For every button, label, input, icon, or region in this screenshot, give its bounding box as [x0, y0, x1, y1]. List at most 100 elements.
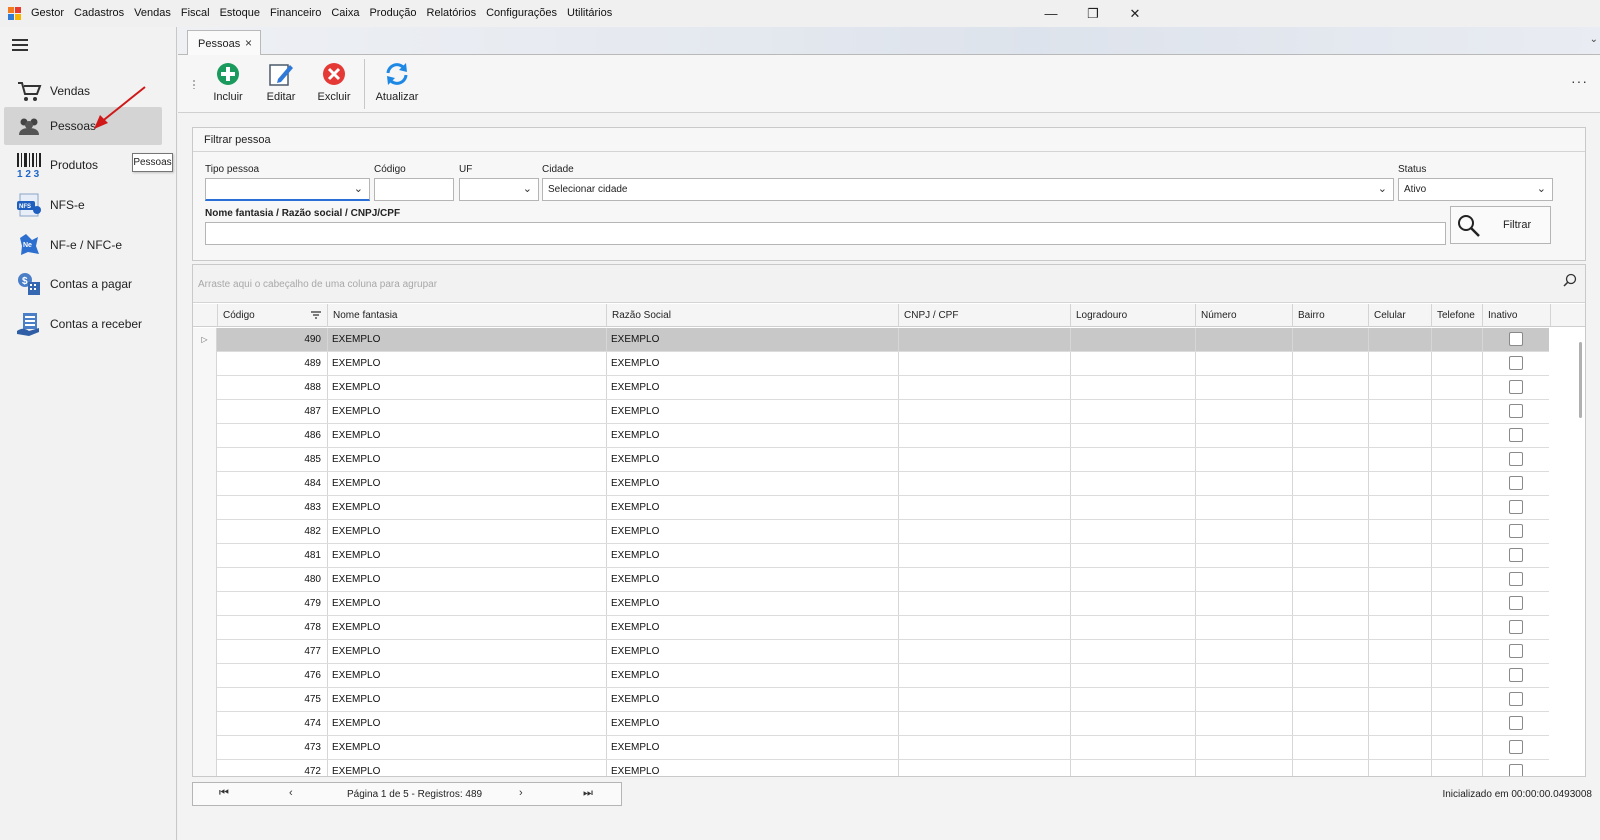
inativo-checkbox[interactable]: [1509, 428, 1523, 442]
status-select[interactable]: Ativo ⌄: [1398, 178, 1553, 201]
inativo-checkbox[interactable]: [1509, 404, 1523, 418]
prev-page-button[interactable]: ‹: [289, 787, 293, 799]
menu-estoque[interactable]: Estoque: [215, 0, 265, 27]
uf-select[interactable]: ⌄: [459, 178, 539, 201]
table-row[interactable]: 473 EXEMPLO EXEMPLO: [193, 736, 1551, 760]
table-row[interactable]: 482 EXEMPLO EXEMPLO: [193, 520, 1551, 544]
inativo-checkbox[interactable]: [1509, 500, 1523, 514]
cidade-select[interactable]: Selecionar cidade ⌄: [542, 178, 1394, 201]
filtrar-button[interactable]: Filtrar: [1450, 206, 1551, 244]
column-header-nome-fantasia[interactable]: Nome fantasia: [328, 304, 607, 327]
inativo-checkbox[interactable]: [1509, 548, 1523, 562]
row-indicator[interactable]: [193, 640, 217, 664]
row-indicator[interactable]: [193, 424, 217, 448]
table-row[interactable]: 474 EXEMPLO EXEMPLO: [193, 712, 1551, 736]
table-row[interactable]: 480 EXEMPLO EXEMPLO: [193, 568, 1551, 592]
menu-gestor[interactable]: Gestor: [26, 0, 69, 27]
table-row[interactable]: 481 EXEMPLO EXEMPLO: [193, 544, 1551, 568]
inativo-checkbox[interactable]: [1509, 620, 1523, 634]
table-row[interactable]: 483 EXEMPLO EXEMPLO: [193, 496, 1551, 520]
inativo-checkbox[interactable]: [1509, 740, 1523, 754]
table-row[interactable]: 476 EXEMPLO EXEMPLO: [193, 664, 1551, 688]
row-indicator[interactable]: [193, 664, 217, 688]
last-page-button[interactable]: ⏭: [583, 787, 593, 800]
sidebar-item-nfse[interactable]: NFS NFS-e: [4, 186, 162, 224]
column-header-cnpj-cpf[interactable]: CNPJ / CPF: [899, 304, 1071, 327]
incluir-button[interactable]: Incluir: [203, 61, 253, 109]
inativo-checkbox[interactable]: [1509, 764, 1523, 776]
row-indicator[interactable]: [193, 544, 217, 568]
row-indicator[interactable]: [193, 568, 217, 592]
table-row[interactable]: 479 EXEMPLO EXEMPLO: [193, 592, 1551, 616]
column-header-bairro[interactable]: Bairro: [1293, 304, 1369, 327]
sidebar-item-contas-receber[interactable]: Contas a receber: [4, 305, 162, 343]
table-row[interactable]: 484 EXEMPLO EXEMPLO: [193, 472, 1551, 496]
table-row[interactable]: 488 EXEMPLO EXEMPLO: [193, 376, 1551, 400]
menu-financeiro[interactable]: Financeiro: [265, 0, 326, 27]
column-header-logradouro[interactable]: Logradouro: [1071, 304, 1196, 327]
column-header-codigo[interactable]: Código: [218, 304, 328, 327]
minimize-button[interactable]: —: [1030, 0, 1072, 27]
row-indicator[interactable]: ▷: [193, 328, 217, 352]
row-indicator[interactable]: [193, 400, 217, 424]
editar-button[interactable]: Editar: [256, 61, 306, 109]
menu-configuracoes[interactable]: Configurações: [481, 0, 562, 27]
vertical-scrollbar[interactable]: [1549, 328, 1585, 776]
inativo-checkbox[interactable]: [1509, 572, 1523, 586]
row-indicator[interactable]: [193, 592, 217, 616]
row-indicator[interactable]: [193, 496, 217, 520]
first-page-button[interactable]: ⏮: [219, 787, 229, 800]
column-header-celular[interactable]: Celular: [1369, 304, 1432, 327]
hamburger-menu-icon[interactable]: [12, 39, 28, 51]
row-indicator[interactable]: [193, 520, 217, 544]
next-page-button[interactable]: ›: [519, 787, 523, 799]
table-row[interactable]: 489 EXEMPLO EXEMPLO: [193, 352, 1551, 376]
inativo-checkbox[interactable]: [1509, 332, 1523, 346]
table-row[interactable]: 485 EXEMPLO EXEMPLO: [193, 448, 1551, 472]
column-header-inativo[interactable]: Inativo: [1483, 304, 1551, 327]
table-row[interactable]: 486 EXEMPLO EXEMPLO: [193, 424, 1551, 448]
column-header-telefone[interactable]: Telefone: [1432, 304, 1483, 327]
search-icon[interactable]: [1563, 273, 1577, 287]
row-indicator[interactable]: [193, 736, 217, 760]
scrollbar-thumb[interactable]: [1579, 342, 1582, 418]
table-row[interactable]: 472 EXEMPLO EXEMPLO: [193, 760, 1551, 776]
table-row[interactable]: 478 EXEMPLO EXEMPLO: [193, 616, 1551, 640]
codigo-input[interactable]: [374, 178, 454, 201]
table-row[interactable]: 475 EXEMPLO EXEMPLO: [193, 688, 1551, 712]
row-indicator[interactable]: [193, 472, 217, 496]
row-indicator[interactable]: [193, 688, 217, 712]
inativo-checkbox[interactable]: [1509, 692, 1523, 706]
row-indicator[interactable]: [193, 376, 217, 400]
filter-icon[interactable]: [311, 311, 321, 320]
row-indicator[interactable]: [193, 448, 217, 472]
sidebar-item-nfe[interactable]: Ne NF-e / NFC-e: [4, 226, 162, 264]
excluir-button[interactable]: Excluir: [309, 61, 359, 109]
row-indicator[interactable]: [193, 712, 217, 736]
column-header-razao-social[interactable]: Razão Social: [607, 304, 899, 327]
menu-producao[interactable]: Produção: [364, 0, 421, 27]
nome-cnpj-input[interactable]: [205, 222, 1446, 245]
tab-pessoas[interactable]: Pessoas ×: [187, 30, 261, 56]
inativo-checkbox[interactable]: [1509, 452, 1523, 466]
atualizar-button[interactable]: Atualizar: [372, 61, 422, 109]
inativo-checkbox[interactable]: [1509, 476, 1523, 490]
more-options-icon[interactable]: ···: [1571, 73, 1588, 89]
row-indicator[interactable]: [193, 352, 217, 376]
close-window-button[interactable]: ✕: [1114, 0, 1156, 27]
inativo-checkbox[interactable]: [1509, 668, 1523, 682]
tipo-pessoa-select[interactable]: ⌄: [205, 178, 370, 201]
inativo-checkbox[interactable]: [1509, 596, 1523, 610]
chevron-down-icon[interactable]: ⌄: [1590, 34, 1598, 45]
table-row[interactable]: 477 EXEMPLO EXEMPLO: [193, 640, 1551, 664]
inativo-checkbox[interactable]: [1509, 716, 1523, 730]
row-indicator[interactable]: [193, 760, 217, 776]
menu-vendas[interactable]: Vendas: [129, 0, 176, 27]
menu-cadastros[interactable]: Cadastros: [69, 0, 129, 27]
menu-utilitarios[interactable]: Utilitários: [562, 0, 617, 27]
inativo-checkbox[interactable]: [1509, 524, 1523, 538]
sidebar-item-contas-pagar[interactable]: $ Contas a pagar: [4, 265, 162, 303]
group-panel[interactable]: Arraste aqui o cabeçalho de uma coluna p…: [193, 265, 1585, 303]
inativo-checkbox[interactable]: [1509, 644, 1523, 658]
menu-caixa[interactable]: Caixa: [326, 0, 364, 27]
